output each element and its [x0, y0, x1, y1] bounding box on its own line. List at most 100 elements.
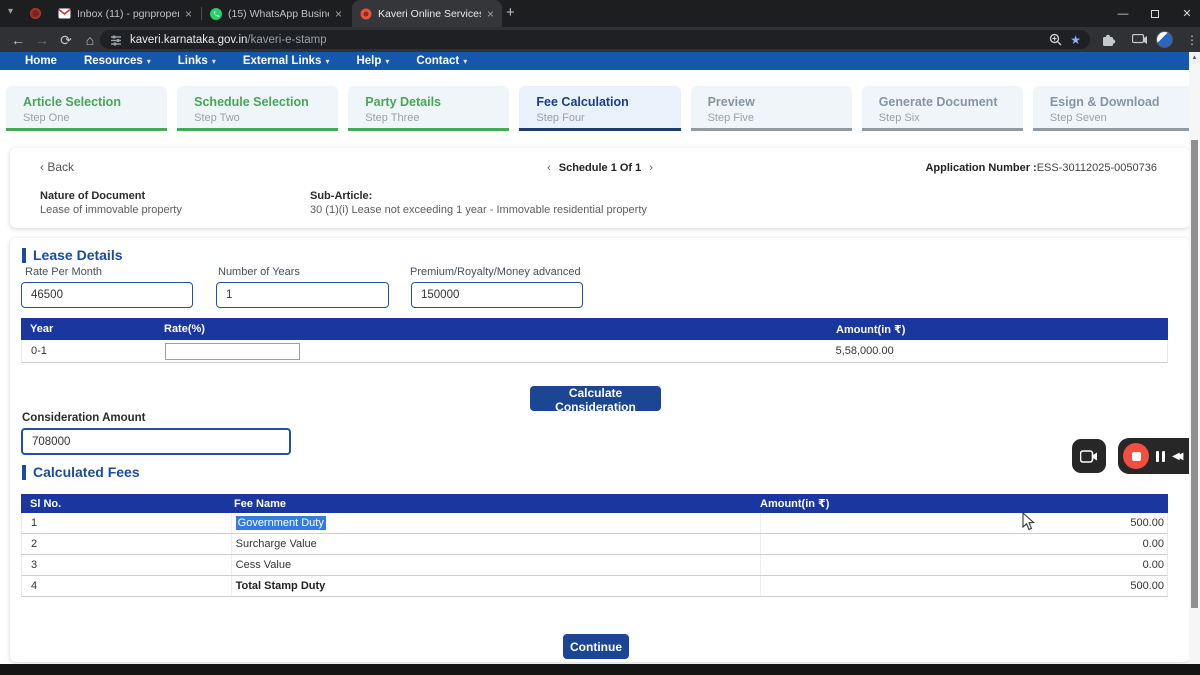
nav-item-help[interactable]: Help▾ — [356, 55, 389, 67]
video-camera-icon — [1080, 450, 1098, 463]
consideration-amount-label: Consideration Amount — [22, 412, 146, 424]
rewind-icon[interactable]: ◀◀ — [1172, 451, 1179, 462]
schedule-label: Schedule 1 Of 1 — [559, 162, 642, 174]
step-tabs: Article SelectionStep One Schedule Selec… — [0, 86, 1200, 131]
nav-item-resources[interactable]: Resources▾ — [84, 55, 151, 67]
step-party-details[interactable]: Party DetailsStep Three — [348, 86, 509, 131]
chevron-down-icon: ▾ — [463, 57, 467, 66]
back-icon[interactable]: ← — [8, 30, 28, 50]
close-tab-icon[interactable]: × — [487, 8, 494, 20]
step-generate-document[interactable]: Generate DocumentStep Six — [862, 86, 1023, 131]
selected-text[interactable]: Government Duty — [236, 516, 326, 530]
restore-icon — [1151, 10, 1159, 18]
rate-per-month-input[interactable] — [21, 282, 193, 308]
browser-menu-icon[interactable]: ⋮ — [1186, 30, 1198, 50]
browser-toolbar: ← → ⟳ ⌂ kaveri.karnataka.gov.in/kaveri-e… — [0, 27, 1200, 52]
window-close-button[interactable]: ✕ — [1172, 0, 1200, 27]
pause-recording-button[interactable] — [1156, 451, 1165, 462]
nav-item-contact[interactable]: Contact▾ — [416, 55, 467, 67]
nav-item-external-links[interactable]: External Links▾ — [243, 55, 330, 67]
site-nav: Home Resources▾ Links▾ External Links▾ H… — [0, 52, 1200, 70]
zoom-icon[interactable] — [1049, 33, 1062, 46]
new-tab-button[interactable]: + — [506, 4, 515, 21]
tab-capture-icon[interactable] — [1132, 34, 1147, 46]
chevron-down-icon: ▾ — [325, 57, 329, 66]
url-host: kaveri.karnataka.gov.in — [130, 34, 247, 46]
step-esign-download[interactable]: Esign & DownloadStep Seven — [1033, 86, 1194, 131]
profile-avatar[interactable] — [1156, 31, 1173, 48]
application-number: Application Number :ESS-30112025-0050736 — [925, 162, 1157, 174]
premium-royalty-input[interactable] — [411, 282, 583, 308]
window-minimize-button[interactable]: — — [1108, 0, 1138, 27]
sub-article-label: Sub-Article: — [310, 190, 372, 202]
bookmark-star-icon[interactable]: ★ — [1070, 33, 1081, 47]
browser-tab-gmail[interactable]: Inbox (11) - pgnproperties@g × — [50, 0, 200, 27]
home-icon[interactable]: ⌂ — [80, 30, 100, 50]
pinned-tab-favicon-icon[interactable] — [30, 8, 41, 19]
rate-cell — [161, 343, 832, 360]
step-underline — [177, 128, 338, 131]
continue-button[interactable]: Continue — [563, 634, 629, 659]
fee-name-cell: Government Duty — [231, 513, 760, 533]
nav-item-home[interactable]: Home — [25, 55, 57, 67]
schedule-next-icon[interactable]: › — [641, 162, 661, 174]
schedule-prev-icon[interactable]: ‹ — [539, 162, 559, 174]
step-underline — [6, 128, 167, 131]
nature-of-document-value: Lease of immovable property — [40, 204, 182, 216]
number-of-years-input[interactable] — [216, 282, 389, 308]
forward-icon[interactable]: → — [32, 30, 52, 50]
close-tab-icon[interactable]: × — [335, 8, 342, 20]
chevron-down-icon: ▾ — [212, 57, 216, 66]
rate-table: Year Rate(%) Amount(in ₹) 0-1 5,58,000.0… — [21, 318, 1168, 363]
scrollbar-thumb[interactable] — [1191, 140, 1198, 608]
chevron-down-icon: ▾ — [147, 57, 151, 66]
stop-recording-button[interactable] — [1123, 443, 1149, 469]
schedule-info-card — [10, 148, 1190, 228]
step-article-selection[interactable]: Article SelectionStep One — [6, 86, 167, 131]
tab-title: Kaveri Online Services — [378, 8, 481, 20]
premium-royalty-label: Premium/Royalty/Money advanced — [410, 266, 581, 278]
close-tab-icon[interactable]: × — [185, 8, 192, 20]
step-underline — [1033, 128, 1194, 131]
amount-cell: 5,58,000.00 — [832, 345, 1167, 357]
fee-row: 1 Government Duty 500.00 — [21, 513, 1168, 534]
step-fee-calculation[interactable]: Fee CalculationStep Four — [519, 86, 680, 131]
fee-row: 3 Cess Value 0.00 — [21, 555, 1168, 576]
recorder-camera-button[interactable] — [1072, 439, 1106, 473]
nav-item-links[interactable]: Links▾ — [178, 55, 216, 67]
gmail-icon — [58, 8, 71, 19]
url-path: /kaveri-e-stamp — [247, 34, 326, 46]
address-bar[interactable]: kaveri.karnataka.gov.in/kaveri-e-stamp ★ — [100, 30, 1090, 49]
browser-tab-kaveri-active[interactable]: Kaveri Online Services × — [352, 0, 502, 27]
window-restore-button[interactable] — [1140, 0, 1170, 27]
step-underline — [691, 128, 852, 131]
tab-search-chevron-icon[interactable]: ▾ — [8, 6, 13, 17]
rate-percent-input[interactable] — [165, 343, 300, 360]
calculate-consideration-button[interactable]: Calculate Consideration — [530, 386, 661, 411]
bottom-black-strip — [0, 664, 1200, 675]
kaveri-icon — [360, 8, 372, 20]
step-preview[interactable]: PreviewStep Five — [691, 86, 852, 131]
tab-title: Inbox (11) - pgnproperties@g — [77, 8, 179, 20]
step-underline — [519, 128, 680, 131]
site-info-icon[interactable] — [110, 34, 122, 46]
rate-per-month-label: Rate Per Month — [25, 266, 102, 278]
step-schedule-selection[interactable]: Schedule SelectionStep Two — [177, 86, 338, 131]
extensions-puzzle-icon[interactable] — [1102, 33, 1116, 47]
fees-table-header: Sl No. Fee Name Amount(in ₹) — [21, 494, 1168, 513]
fee-row: 2 Surcharge Value 0.00 — [21, 534, 1168, 555]
tab-title: (15) WhatsApp Business — [228, 8, 329, 20]
nature-of-document-label: Nature of Document — [40, 190, 145, 202]
step-underline — [348, 128, 509, 131]
scrollbar-up-arrow[interactable]: ▲ — [1189, 52, 1200, 64]
year-cell: 0-1 — [22, 345, 161, 357]
consideration-amount-input[interactable] — [21, 428, 291, 455]
fee-row-total: 4 Total Stamp Duty 500.00 — [21, 576, 1168, 597]
browser-tab-whatsapp[interactable]: (15) WhatsApp Business × — [202, 0, 350, 27]
step-underline — [862, 128, 1023, 131]
refresh-icon[interactable]: ⟳ — [56, 30, 76, 50]
section-bar — [22, 248, 26, 263]
screen: ▾ Inbox (11) - pgnproperties@g × (15) Wh… — [0, 0, 1200, 675]
lease-details-title: Lease Details — [33, 247, 123, 263]
rate-table-row: 0-1 5,58,000.00 — [21, 340, 1168, 363]
